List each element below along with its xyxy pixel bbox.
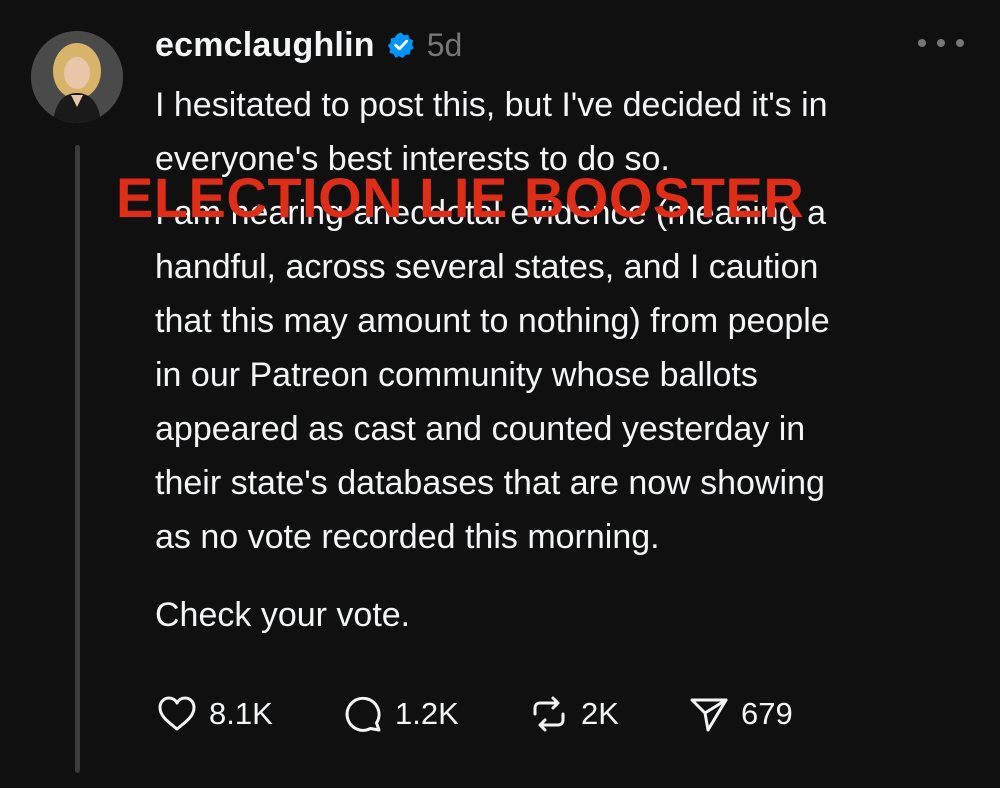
- post-body-line: in our Patreon community whose ballots: [155, 356, 758, 394]
- like-count: 8.1K: [209, 696, 273, 731]
- share-button[interactable]: 679: [687, 692, 793, 736]
- thread-line: [75, 145, 80, 773]
- post-card: ecmclaughlin 5d I hesitated to post this…: [0, 0, 1000, 788]
- verified-badge-icon: [387, 32, 414, 58]
- post-body-line: handful, across several states, and I ca…: [155, 248, 819, 286]
- post-body-line: I hesitated to post this, but I've decid…: [155, 86, 828, 124]
- reply-count: 1.2K: [395, 696, 459, 731]
- avatar-photo: [31, 31, 123, 123]
- avatar[interactable]: [31, 31, 123, 123]
- post-body-line: their state's databases that are now sho…: [155, 464, 825, 502]
- username[interactable]: ecmclaughlin: [155, 26, 375, 65]
- post-body-line: appeared as cast and counted yesterday i…: [155, 410, 806, 448]
- more-options-icon[interactable]: [918, 28, 964, 58]
- share-count: 679: [741, 696, 793, 731]
- like-button[interactable]: 8.1K: [155, 692, 341, 736]
- repost-count: 2K: [581, 696, 619, 731]
- post-closing-line: Check your vote.: [155, 596, 411, 634]
- repost-icon: [533, 696, 565, 732]
- overlay-label: ELECTION LIE BOOSTER: [116, 166, 805, 229]
- send-icon: [690, 698, 728, 732]
- repost-button[interactable]: 2K: [527, 692, 687, 736]
- post-body-line: as no vote recorded this morning.: [155, 518, 660, 556]
- post-body: I hesitated to post this, but I've decid…: [155, 78, 965, 642]
- post-header: ecmclaughlin 5d: [155, 20, 462, 70]
- post-timestamp: 5d: [426, 26, 463, 63]
- heart-icon: [158, 696, 196, 731]
- post-body-line: that this may amount to nothing) from pe…: [155, 302, 830, 340]
- reply-button[interactable]: 1.2K: [341, 692, 527, 736]
- action-bar: 8.1K 1.2K 2K 679: [155, 690, 793, 738]
- comment-bubble-icon: [345, 696, 381, 732]
